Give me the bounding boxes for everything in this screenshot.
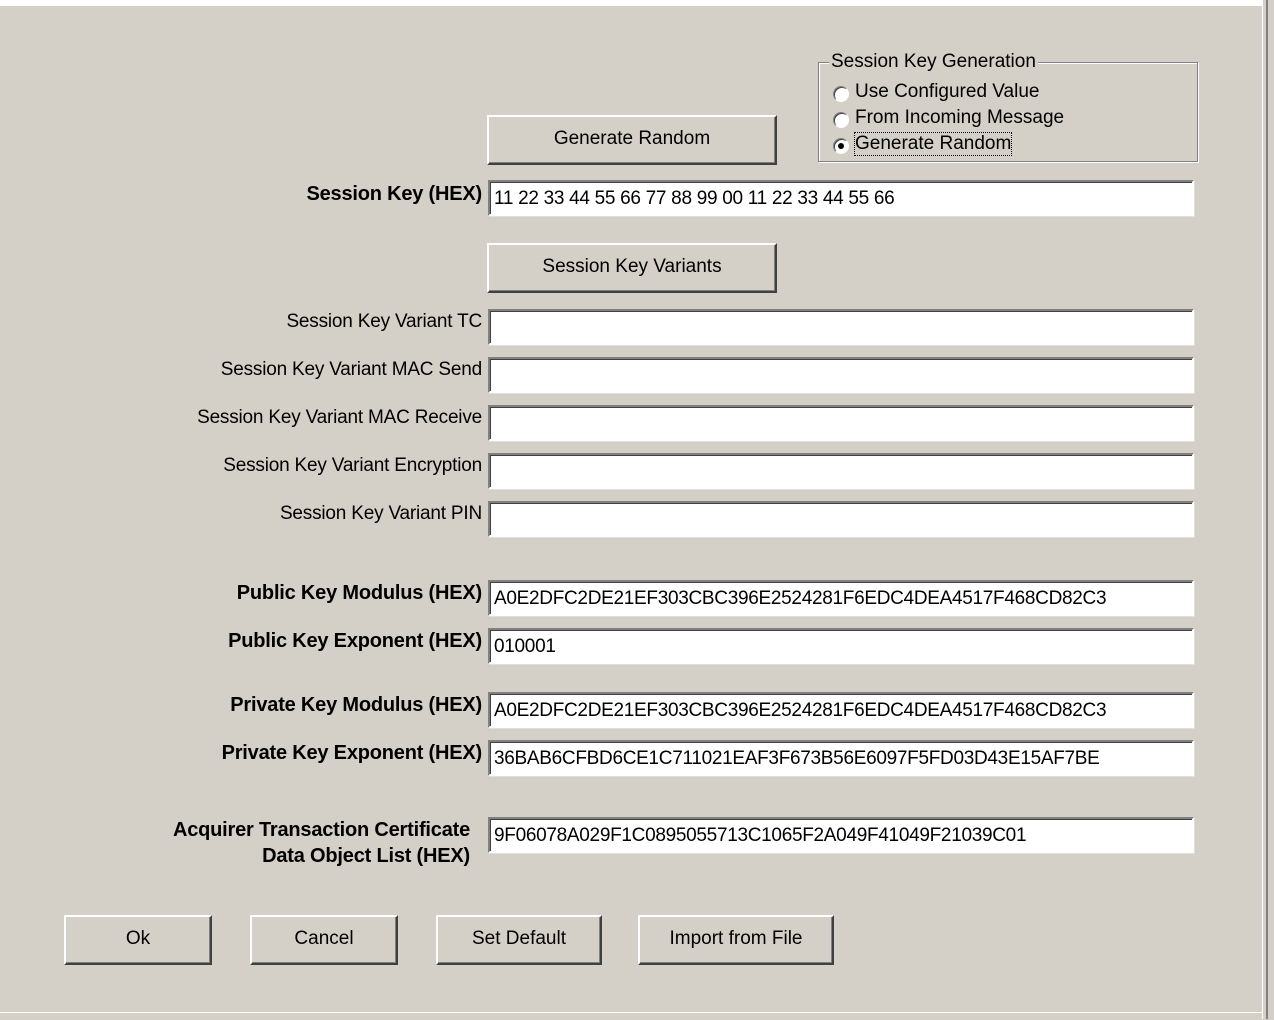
ok-button[interactable]: Ok bbox=[64, 915, 212, 965]
radio-circle-checked[interactable] bbox=[833, 138, 849, 154]
variant-tc-label: Session Key Variant TC bbox=[286, 311, 482, 332]
radio-circle[interactable] bbox=[833, 86, 849, 102]
import-from-file-button[interactable]: Import from File bbox=[638, 915, 834, 965]
private-key-exponent-field[interactable]: 36BAB6CFBD6CE1C711021EAF3F673B56E6097F5F… bbox=[488, 740, 1194, 776]
variant-pin-field[interactable] bbox=[488, 501, 1194, 537]
acquirer-tc-dol-label-line2: Data Object List (HEX) bbox=[262, 845, 470, 867]
acquirer-tc-dol-field[interactable]: 9F06078A029F1C0895055713C1065F2A049F4104… bbox=[488, 817, 1194, 853]
public-key-modulus-field[interactable]: A0E2DFC2DE21EF303CBC396E2524281F6EDC4DEA… bbox=[488, 580, 1194, 616]
group-title: Session Key Generation bbox=[829, 51, 1038, 73]
variant-encryption-label: Session Key Variant Encryption bbox=[223, 455, 482, 476]
radio-label: Generate Random bbox=[853, 132, 1013, 156]
session-key-variants-button[interactable]: Session Key Variants bbox=[487, 243, 777, 293]
radio-label: From Incoming Message bbox=[855, 107, 1065, 128]
variant-mac-receive-label: Session Key Variant MAC Receive bbox=[197, 407, 482, 428]
variant-encryption-field[interactable] bbox=[488, 453, 1194, 489]
variant-mac-send-field[interactable] bbox=[488, 357, 1194, 393]
radio-circle[interactable] bbox=[833, 112, 849, 128]
private-key-modulus-field[interactable]: A0E2DFC2DE21EF303CBC396E2524281F6EDC4DEA… bbox=[488, 692, 1194, 728]
variant-mac-send-label: Session Key Variant MAC Send bbox=[220, 359, 482, 380]
public-key-exponent-field[interactable]: 010001 bbox=[488, 628, 1194, 664]
private-key-modulus-label: Private Key Modulus (HEX) bbox=[230, 694, 482, 716]
window-right-edge bbox=[1262, 0, 1274, 1019]
acquirer-tc-dol-label-line1: Acquirer Transaction Certificate bbox=[172, 819, 470, 841]
session-key-field[interactable]: 11 22 33 44 55 66 77 88 99 00 11 22 33 4… bbox=[488, 180, 1194, 216]
variant-mac-receive-field[interactable] bbox=[488, 405, 1194, 441]
public-key-exponent-label: Public Key Exponent (HEX) bbox=[228, 630, 482, 652]
cancel-button[interactable]: Cancel bbox=[250, 915, 398, 965]
session-key-generation-group: Session Key Generation Use Configured Va… bbox=[818, 51, 1198, 162]
variant-tc-field[interactable] bbox=[488, 309, 1194, 345]
private-key-exponent-label: Private Key Exponent (HEX) bbox=[221, 742, 483, 764]
radio-label: Use Configured Value bbox=[855, 81, 1040, 102]
variant-pin-label: Session Key Variant PIN bbox=[279, 503, 482, 524]
public-key-modulus-label: Public Key Modulus (HEX) bbox=[236, 582, 482, 604]
session-key-label: Session Key (HEX) bbox=[306, 183, 482, 205]
window-top-edge bbox=[0, 0, 1262, 6]
generate-random-button[interactable]: Generate Random bbox=[487, 115, 777, 165]
set-default-button[interactable]: Set Default bbox=[436, 915, 602, 965]
